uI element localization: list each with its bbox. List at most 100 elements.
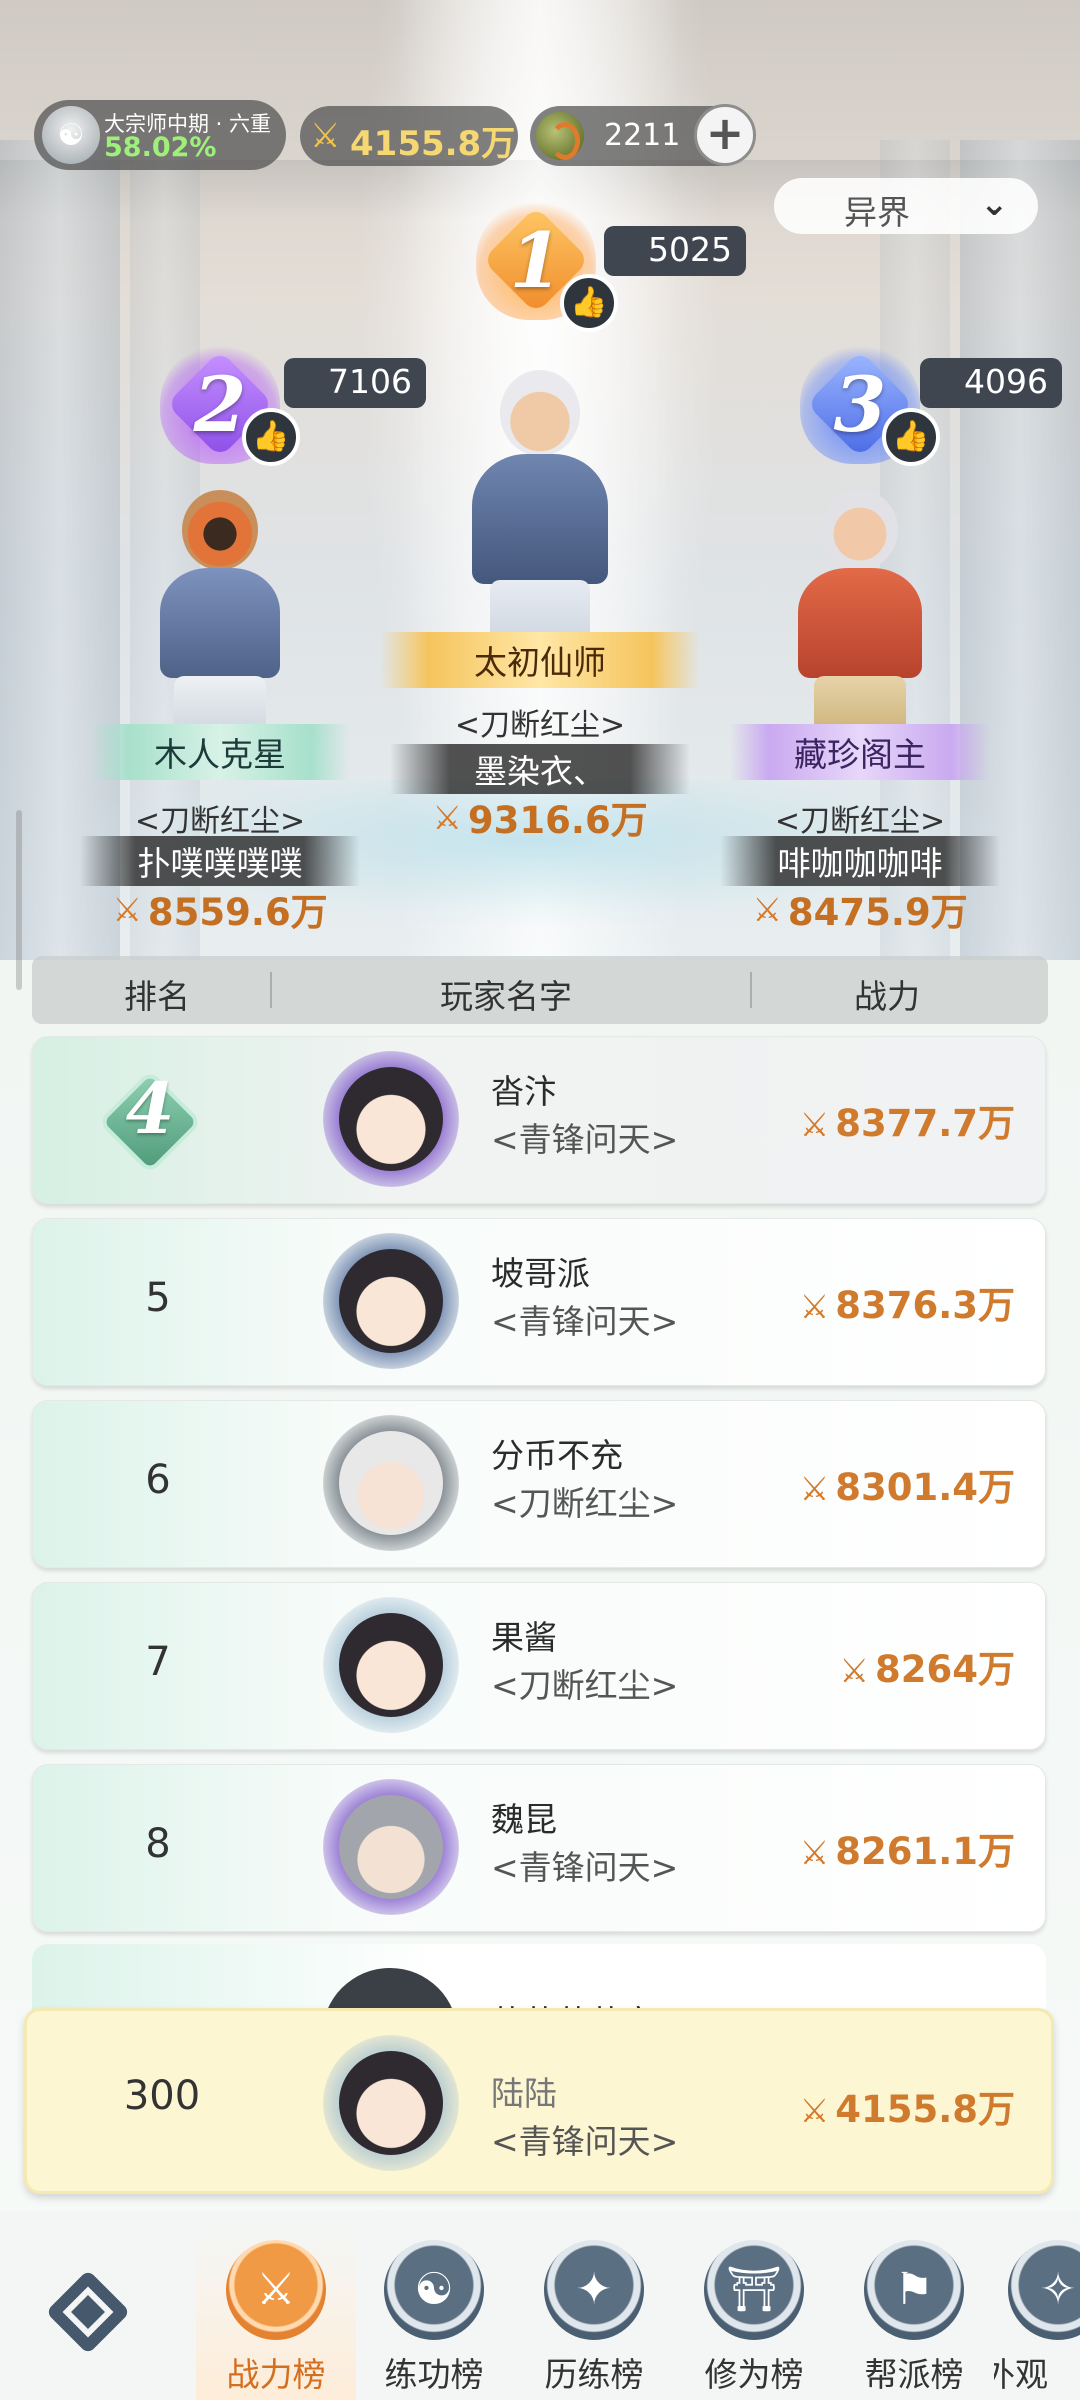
avatar[interactable] bbox=[323, 2035, 459, 2171]
diamond-grid-icon[interactable] bbox=[36, 2260, 140, 2364]
rank-2-power-value: 8559.6万 bbox=[147, 891, 328, 934]
rank-1-character bbox=[450, 370, 630, 670]
header-power: 战力 bbox=[854, 977, 920, 1016]
rank-1-power: ⚔ 9316.6万 bbox=[390, 792, 690, 843]
rank-2-name: 扑噗噗噗噗 bbox=[80, 836, 360, 886]
table-row[interactable]: 6 分币不充 <刀断红尘> ⚔ 8301.4万 bbox=[32, 1400, 1046, 1568]
tab-label: 历练榜 bbox=[544, 2355, 644, 2394]
player-name: 分币不充 bbox=[491, 1436, 623, 1475]
player-guild: <青锋问天> bbox=[491, 1120, 679, 1159]
rank-3-like-count: 4096 bbox=[920, 358, 1062, 408]
player-power-value: 8301.4万 bbox=[835, 1466, 1015, 1509]
tab-label: 帮派榜 bbox=[864, 2355, 964, 2394]
tab-label: 外观 bbox=[994, 2355, 1048, 2394]
rank-number: 7 bbox=[145, 1639, 171, 1685]
table-row[interactable]: 4 沓汴 <青锋问天> ⚔ 8377.7万 bbox=[32, 1036, 1046, 1204]
my-player-name: 陆陆 bbox=[491, 2074, 557, 2113]
player-power-value: 8377.7万 bbox=[835, 1102, 1015, 1145]
realm-avatar: ☯ bbox=[42, 106, 100, 164]
rank-3-power-value: 8475.9万 bbox=[787, 891, 968, 934]
crossed-swords-icon: ⚔ bbox=[432, 797, 462, 837]
player-name: 果酱 bbox=[491, 1618, 557, 1657]
ranking-table-header: 排名 玩家名字 战力 bbox=[32, 956, 1048, 1024]
avatar[interactable] bbox=[323, 1415, 459, 1551]
tab-cultivation[interactable]: ⛩ 修为榜 bbox=[674, 2230, 834, 2400]
player-power-value: 8264万 bbox=[875, 1648, 1015, 1691]
crossed-swords-icon: ⚔ bbox=[112, 889, 142, 929]
avatar[interactable] bbox=[323, 1233, 459, 1369]
table-row[interactable]: 8 魏昆 <青锋问天> ⚔ 8261.1万 bbox=[32, 1764, 1046, 1932]
currency-value: 2211 bbox=[604, 118, 681, 153]
rank-3-number: 3 bbox=[833, 359, 887, 449]
server-dropdown-label: 异界 bbox=[844, 193, 910, 232]
player-name: 坡哥派 bbox=[491, 1254, 590, 1293]
player-power: ⚔ 8377.7万 bbox=[800, 1093, 1015, 1147]
tab-guild[interactable]: ⚑ 帮派榜 bbox=[834, 2230, 994, 2400]
yin-yang-icon: ☯ bbox=[384, 2240, 484, 2340]
player-power-value: 8376.3万 bbox=[835, 1284, 1015, 1327]
power-chip: ⚔ 4155.8万 bbox=[300, 106, 518, 166]
tab-training[interactable]: ☯ 练功榜 bbox=[354, 2230, 514, 2400]
tab-label: 练功榜 bbox=[384, 2355, 484, 2394]
rank-number: 6 bbox=[145, 1457, 171, 1503]
crossed-swords-icon: ⚔ bbox=[226, 2240, 326, 2340]
crossed-swords-icon: ⚔ bbox=[799, 1105, 830, 1144]
my-rank-number: 300 bbox=[123, 2073, 201, 2119]
rank-1-number: 1 bbox=[509, 215, 563, 305]
banner-icon: ⚑ bbox=[864, 2240, 964, 2340]
crossed-swords-icon: ⚔ bbox=[310, 116, 341, 156]
rank-2-number: 2 bbox=[193, 359, 247, 449]
my-rank-row[interactable]: 300 陆陆 <青锋问天> ⚔ 4155.8万 bbox=[24, 2008, 1054, 2194]
realm-chip[interactable]: ☯ 大宗师中期 · 六重 58.02% bbox=[34, 100, 286, 170]
rank-3-character bbox=[780, 490, 940, 750]
tab-experience[interactable]: ✦ 历练榜 bbox=[514, 2230, 674, 2400]
thumbs-up-icon[interactable]: 👍 bbox=[560, 274, 618, 332]
bamboo-hat-icon: ⛩ bbox=[704, 2240, 804, 2340]
player-power: ⚔ 8301.4万 bbox=[800, 1457, 1015, 1511]
header-divider bbox=[750, 972, 752, 1008]
rank-2-character bbox=[140, 490, 300, 750]
rank-1-guild: <刀断红尘> bbox=[454, 708, 626, 743]
bottom-tab-bar: ⚔ 战力榜 ☯ 练功榜 ✦ 历练榜 ⛩ 修为榜 ⚑ 帮派榜 ✧ 外观 bbox=[0, 2210, 1080, 2400]
table-row[interactable]: 5 坡哥派 <青锋问天> ⚔ 8376.3万 bbox=[32, 1218, 1046, 1386]
my-player-power: ⚔ 4155.8万 bbox=[800, 2079, 1015, 2133]
add-currency-button[interactable]: + bbox=[694, 104, 756, 166]
thumbs-up-icon[interactable]: 👍 bbox=[882, 408, 940, 466]
rank-2-guild: <刀断红尘> bbox=[134, 804, 306, 839]
server-dropdown[interactable]: 异界 ⌄ bbox=[774, 178, 1038, 234]
avatar[interactable] bbox=[323, 1597, 459, 1733]
rank-1-name: 墨染衣、 bbox=[390, 744, 690, 794]
chevron-down-icon: ⌄ bbox=[980, 184, 1009, 224]
rank-3-guild: <刀断红尘> bbox=[774, 804, 946, 839]
player-guild: <青锋问天> bbox=[491, 1848, 679, 1887]
header-divider bbox=[270, 972, 272, 1008]
player-power-value: 8261.1万 bbox=[835, 1830, 1015, 1873]
my-player-power-value: 4155.8万 bbox=[835, 2088, 1015, 2131]
rank-3-power: ⚔ 8475.9万 bbox=[720, 884, 1000, 935]
scroll-indicator[interactable] bbox=[16, 810, 22, 990]
rank-3-title: 藏珍阁主 bbox=[730, 724, 990, 780]
player-power: ⚔ 8376.3万 bbox=[800, 1275, 1015, 1329]
tab-label: 战力榜 bbox=[226, 2355, 326, 2394]
header-rank: 排名 bbox=[124, 977, 190, 1016]
rank-1-like-count: 5025 bbox=[604, 226, 746, 276]
planet-icon: ✦ bbox=[544, 2240, 644, 2340]
player-guild: <刀断红尘> bbox=[491, 1666, 679, 1705]
table-row[interactable]: 7 果酱 <刀断红尘> ⚔ 8264万 bbox=[32, 1582, 1046, 1750]
tab-label: 修为榜 bbox=[704, 2355, 804, 2394]
tab-combat-power[interactable]: ⚔ 战力榜 bbox=[196, 2230, 356, 2400]
rank-number: 8 bbox=[145, 1821, 171, 1867]
rank-1-title: 太初仙师 bbox=[380, 632, 700, 688]
player-power: ⚔ 8261.1万 bbox=[800, 1821, 1015, 1875]
realm-progress: 58.02% bbox=[104, 132, 217, 163]
avatar[interactable] bbox=[323, 1051, 459, 1187]
header-player: 玩家名字 bbox=[440, 977, 572, 1016]
tab-appearance[interactable]: ✧ 外观 bbox=[994, 2230, 1080, 2400]
player-name: 沓汴 bbox=[491, 1072, 557, 1111]
rank-1-power-value: 9316.6万 bbox=[467, 799, 648, 842]
thumbs-up-icon[interactable]: 👍 bbox=[242, 408, 300, 466]
currency-icon bbox=[536, 112, 584, 160]
crossed-swords-icon: ⚔ bbox=[839, 1651, 870, 1690]
rank-2-title: 木人克星 bbox=[90, 724, 350, 780]
avatar[interactable] bbox=[323, 1779, 459, 1915]
